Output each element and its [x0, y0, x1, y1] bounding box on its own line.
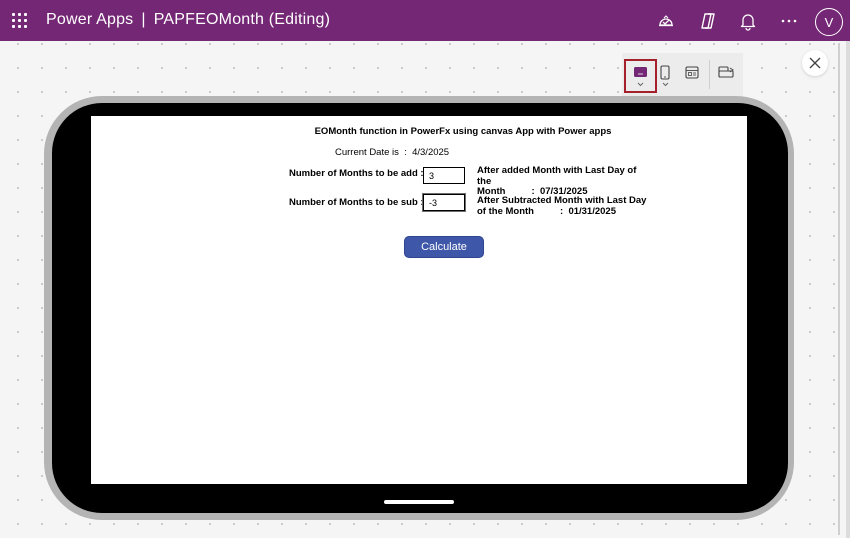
calculate-button[interactable]: Calculate [405, 237, 483, 257]
current-date-caption: Current Date is [335, 147, 399, 158]
phone-layout-button[interactable] [657, 53, 679, 96]
sub-result-value: 01/31/2025 [568, 205, 616, 217]
app-title: Power Apps | PAPFEOMonth (Editing) [46, 11, 330, 29]
screen-title: EOMonth function in PowerFx using canvas… [314, 126, 612, 137]
document-title: PAPFEOMonth (Editing) [153, 11, 331, 28]
device-toolbar [622, 53, 743, 96]
home-indicator [384, 500, 454, 504]
sub-result-line2-label: of the Month [477, 205, 534, 217]
close-button[interactable] [802, 50, 828, 76]
app-name: Power Apps [46, 11, 134, 28]
add-result-label: After added Month with Last Day of the M… [477, 165, 652, 198]
more-icon[interactable] [778, 10, 800, 32]
notifications-icon[interactable] [737, 10, 759, 32]
sub-result-label: After Subtracted Month with Last Day of … [477, 195, 652, 218]
current-date-value: 4/3/2025 [412, 147, 450, 158]
web-layout-button[interactable] [714, 53, 740, 96]
avatar[interactable]: V [815, 8, 843, 36]
app-checker-icon[interactable] [655, 10, 677, 32]
vertical-scrollbar[interactable] [838, 43, 840, 535]
phone-icon [660, 65, 670, 87]
add-result-line1: After added Month with Last Day of the [477, 165, 637, 187]
current-date-separator: : [404, 147, 407, 158]
sub-months-input[interactable] [423, 194, 465, 211]
sub-months-label: Number of Months to be sub : [289, 197, 424, 208]
top-bar: Power Apps | PAPFEOMonth (Editing) V [0, 0, 850, 41]
toolbar-divider [709, 60, 710, 89]
sub-result-separator: : [559, 205, 564, 217]
selected-layout-highlight [624, 59, 657, 93]
app-screen: EOMonth function in PowerFx using canvas… [91, 116, 747, 484]
web-layout-icon [718, 66, 734, 78]
title-separator: | [141, 11, 146, 28]
close-icon [809, 57, 821, 69]
copilot-icon[interactable] [697, 10, 719, 32]
screen-size-icon [685, 66, 699, 79]
add-months-label: Number of Months to be add : [289, 168, 424, 179]
current-date-label: Current Date is : 4/3/2025 [335, 147, 449, 158]
right-edge [846, 41, 850, 538]
app-launcher-icon[interactable] [12, 13, 27, 28]
sub-result-line2: of the Month: 01/31/2025 [477, 205, 652, 218]
add-months-input[interactable] [423, 167, 465, 184]
screen-size-button[interactable] [680, 53, 706, 96]
